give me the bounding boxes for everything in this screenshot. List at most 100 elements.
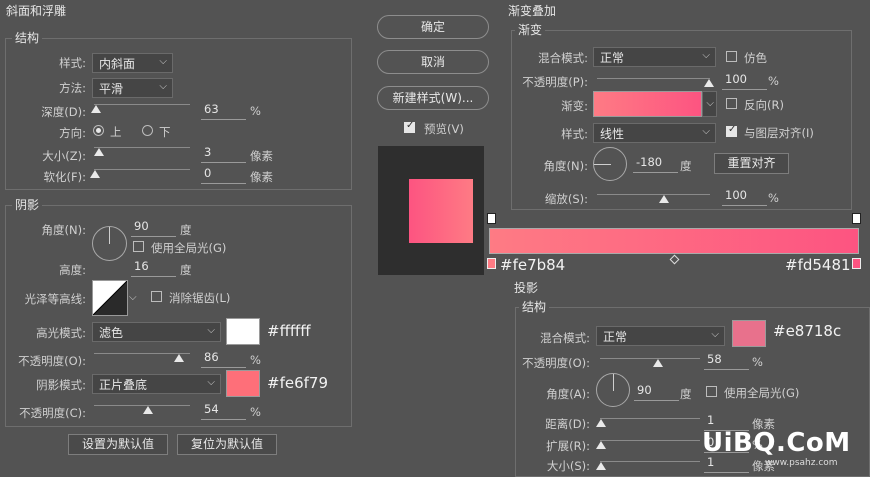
reverse-label: 反向(R) — [744, 98, 784, 112]
go-angle-dial[interactable] — [593, 147, 627, 181]
preview-thumbnail — [378, 146, 484, 275]
go-style-label: 样式: — [561, 127, 588, 141]
ds-angle-unit: 度 — [680, 387, 692, 401]
size-unit: 像素 — [250, 149, 273, 163]
angle-input[interactable]: 90 — [131, 219, 176, 237]
ds-distance-track[interactable] — [600, 418, 700, 419]
gradient-dropdown[interactable]: ⌵ — [702, 91, 717, 117]
shadow-hex: #fe6f79 — [267, 374, 328, 392]
ok-button[interactable]: 确定 — [377, 15, 489, 39]
go-angle-unit: 度 — [680, 159, 692, 173]
direction-up-label: 上 — [110, 125, 122, 139]
shadow-opacity-label: 不透明度(C): — [19, 406, 86, 420]
gloss-contour-preview[interactable] — [92, 280, 128, 316]
go-scale-thumb[interactable] — [659, 195, 669, 203]
stop-right-hex: #fd5481 — [785, 256, 851, 274]
soften-input[interactable]: 0 — [201, 166, 246, 184]
ds-global-light-label: 使用全局光(G) — [724, 386, 800, 400]
new-style-button[interactable]: 新建样式(W)... — [377, 86, 489, 110]
shadow-opacity-track[interactable] — [94, 405, 190, 406]
soften-slider-track[interactable] — [94, 169, 190, 170]
go-opacity-track[interactable] — [597, 78, 710, 79]
size-label: 大小(Z): — [42, 149, 86, 163]
highlight-opacity-thumb[interactable] — [174, 354, 184, 362]
align-layer-checkbox[interactable] — [726, 124, 737, 137]
bevel-technique-select[interactable]: 平滑 ⌵ — [92, 78, 173, 98]
gradient-preview-bar[interactable] — [489, 228, 859, 254]
depth-input[interactable]: 63 — [201, 102, 246, 120]
ds-global-light-checkbox[interactable] — [706, 386, 717, 397]
antialias-label: 消除锯齿(L) — [169, 291, 231, 305]
opacity-stop-right[interactable] — [852, 213, 861, 224]
ds-size-track[interactable] — [600, 461, 700, 462]
ds-blend-label: 混合模式: — [540, 331, 590, 345]
soften-slider-thumb[interactable] — [90, 170, 100, 178]
gradient-picker[interactable] — [593, 91, 702, 117]
shadow-mode-select[interactable]: 正片叠底 ⌵ — [92, 374, 221, 394]
go-opacity-unit: % — [768, 74, 779, 88]
ds-opacity-track[interactable] — [600, 358, 700, 359]
size-slider-track[interactable] — [94, 147, 190, 148]
angle-dial[interactable] — [92, 226, 127, 261]
gradient-midpoint[interactable] — [669, 254, 680, 265]
chevron-down-icon[interactable]: ⌵ — [129, 292, 137, 303]
bevel-style-select[interactable]: 内斜面 ⌵ — [92, 53, 173, 73]
go-scale-track[interactable] — [597, 194, 710, 195]
chevron-down-icon: ⌵ — [159, 56, 167, 67]
ds-distance-thumb[interactable] — [596, 419, 606, 427]
go-angle-input[interactable]: -180 — [633, 155, 678, 173]
direction-down-radio[interactable] — [142, 125, 153, 136]
size-input[interactable]: 3 — [201, 145, 246, 163]
set-default-button[interactable]: 设置为默认值 — [68, 434, 168, 455]
depth-label: 深度(D): — [41, 105, 86, 119]
ds-spread-thumb[interactable] — [596, 441, 606, 449]
shadow-opacity-thumb[interactable] — [143, 406, 153, 414]
color-stop-left[interactable] — [487, 258, 496, 269]
chevron-down-icon: ⌵ — [207, 325, 215, 336]
ds-spread-track[interactable] — [600, 440, 700, 441]
ds-angle-dial-needle — [613, 374, 614, 391]
watermark-logo: UiBQ.CoM — [702, 428, 851, 458]
go-opacity-input[interactable]: 100 — [722, 72, 767, 90]
ds-opacity-input[interactable]: 58 — [704, 352, 749, 370]
preview-label: 预览(V) — [424, 122, 464, 136]
ds-opacity-thumb[interactable] — [653, 359, 663, 367]
drop-shadow-title: 投影 — [511, 279, 542, 296]
go-opacity-thumb[interactable] — [704, 79, 714, 87]
ds-color-swatch[interactable] — [732, 320, 766, 347]
depth-slider-track[interactable] — [94, 104, 190, 105]
highlight-opacity-input[interactable]: 86 — [201, 350, 246, 368]
reset-default-button[interactable]: 复位为默认值 — [177, 434, 277, 455]
shadow-color-swatch[interactable] — [226, 370, 260, 397]
go-gradient-label: 渐变: — [561, 99, 588, 113]
chevron-down-icon: ⌵ — [702, 50, 710, 61]
shadow-opacity-input[interactable]: 54 — [201, 402, 246, 420]
direction-up-radio[interactable] — [93, 125, 104, 136]
ds-angle-input[interactable]: 90 — [634, 383, 679, 401]
size-slider-thumb[interactable] — [94, 148, 104, 156]
antialias-checkbox[interactable] — [151, 291, 162, 302]
direction-label: 方向: — [59, 126, 86, 140]
direction-down-label: 下 — [159, 125, 171, 139]
color-stop-right[interactable] — [852, 258, 861, 269]
ds-angle-dial[interactable] — [596, 373, 630, 407]
highlight-color-swatch[interactable] — [226, 318, 260, 345]
highlight-mode-select[interactable]: 滤色 ⌵ — [92, 322, 221, 342]
depth-slider-thumb[interactable] — [91, 105, 102, 113]
preview-checkbox[interactable] — [404, 120, 415, 133]
reset-align-button[interactable]: 重置对齐 — [714, 153, 789, 174]
reverse-checkbox[interactable] — [726, 98, 737, 109]
global-light-checkbox[interactable] — [133, 241, 144, 252]
ds-blend-select[interactable]: 正常 ⌵ — [596, 326, 725, 346]
opacity-stop-left[interactable] — [487, 213, 496, 224]
ds-size-thumb[interactable] — [596, 462, 606, 470]
go-scale-input[interactable]: 100 — [722, 188, 767, 206]
dither-checkbox[interactable] — [726, 51, 737, 62]
ds-size-label: 大小(S): — [546, 459, 590, 473]
altitude-input[interactable]: 16 — [131, 259, 176, 277]
bevel-title: 斜面和浮雕 — [3, 2, 70, 19]
cancel-button[interactable]: 取消 — [377, 50, 489, 74]
soften-unit: 像素 — [250, 170, 273, 184]
go-style-select[interactable]: 线性 ⌵ — [593, 123, 716, 143]
go-blend-select[interactable]: 正常 ⌵ — [593, 47, 716, 67]
